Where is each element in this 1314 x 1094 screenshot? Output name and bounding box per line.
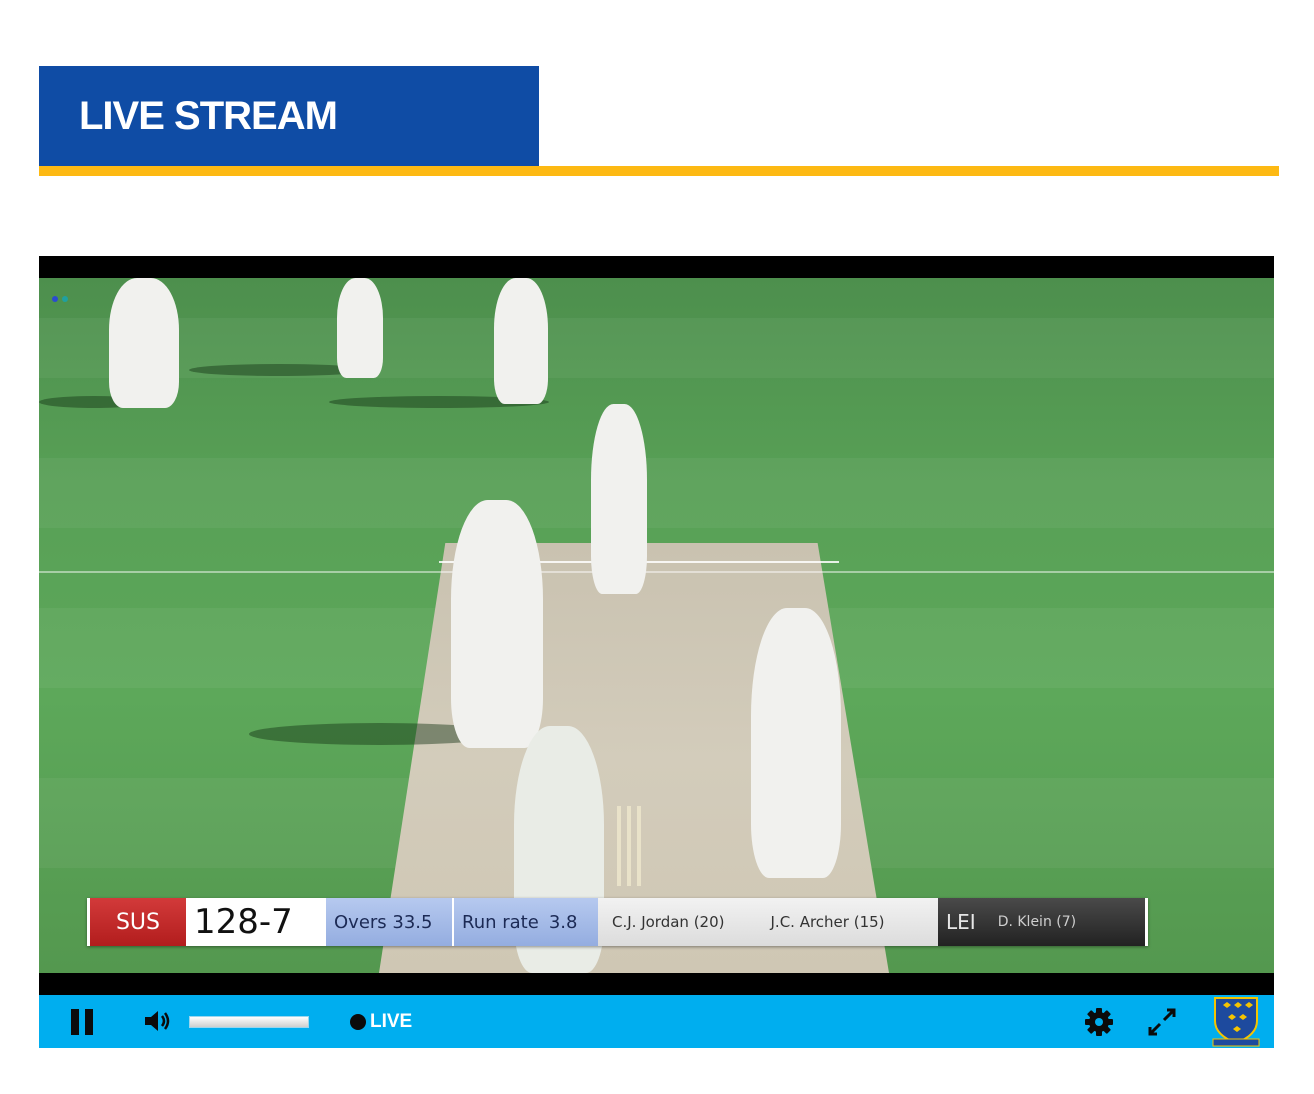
player-controls: LIVE [39,995,1274,1048]
batter [591,404,647,594]
score-overlay: SUS 128-7 Overs 33.5 Run rate 3.8 C.J. J… [87,898,1148,946]
team-score: 128-7 [186,898,326,946]
batting-team: SUS [87,898,186,946]
header-accent-rule [39,166,1279,176]
gear-icon[interactable] [1084,1007,1114,1037]
run-rate-value: 3.8 [548,911,578,933]
video-player[interactable]: SUS 128-7 Overs 33.5 Run rate 3.8 C.J. J… [39,256,1274,1048]
bowler [451,500,543,748]
live-indicator: LIVE [350,1011,412,1033]
batter-1: C.J. Jordan (20) [612,913,725,931]
fielder [109,278,179,408]
bowler-name: D. Klein (7) [997,914,1077,930]
non-striker [751,608,841,878]
volume-icon[interactable] [143,1007,173,1035]
section-header: LIVE STREAM [39,66,539,166]
volume-slider-fill [190,1017,308,1027]
pause-button[interactable] [69,1009,95,1035]
bowling-team: LEI [946,910,976,934]
broadcast-indicator-dots [52,296,68,302]
video-frame[interactable]: SUS 128-7 Overs 33.5 Run rate 3.8 C.J. J… [39,278,1274,973]
batter-2: J.C. Archer (15) [770,913,885,931]
pause-icon [71,1009,79,1035]
fullscreen-icon[interactable] [1147,1007,1177,1037]
live-label: LIVE [370,1011,413,1032]
fielder [337,278,383,378]
run-rate: Run rate 3.8 [452,898,598,946]
page-title: LIVE STREAM [79,93,338,138]
fielder [494,278,548,404]
bowling-panel: LEI D. Klein (7) [938,898,1148,946]
live-dot-icon [350,1014,366,1030]
overs-count: Overs 33.5 [326,898,452,946]
volume-slider[interactable] [189,1016,309,1028]
sussex-crest-logo [1212,997,1260,1047]
stumps [617,806,621,886]
run-rate-label: Run rate [462,911,539,933]
batters-panel: C.J. Jordan (20) J.C. Archer (15) [598,898,938,946]
crease-line [39,571,1274,573]
